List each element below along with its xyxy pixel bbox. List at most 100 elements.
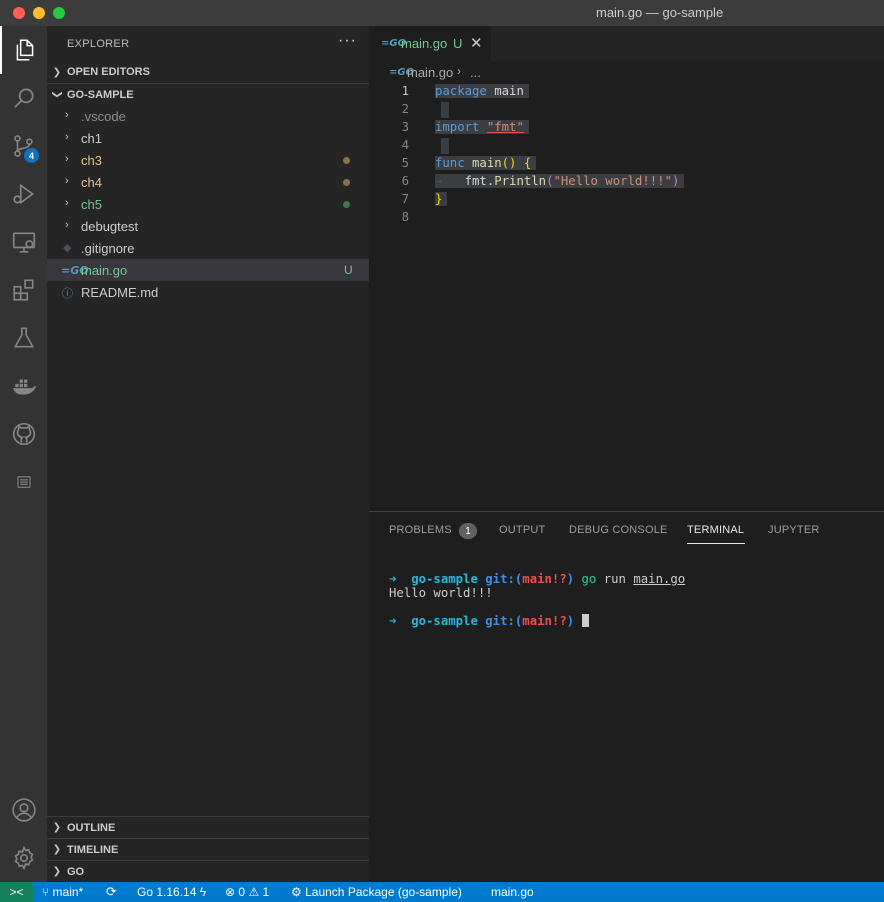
prompt-arrow-icon: ➜ <box>389 614 397 628</box>
chevron-right-icon: ❯ <box>52 822 62 833</box>
line-number: 8 <box>401 210 409 224</box>
breadcrumb-symbols[interactable]: ... <box>470 65 481 80</box>
explorer-sidebar: EXPLORER ··· ❯ OPEN EDITORS ❯ GO-SAMPLE … <box>47 26 369 882</box>
workspace-root-section[interactable]: ❯ GO-SAMPLE <box>47 83 369 105</box>
open-editors-section[interactable]: ❯ OPEN EDITORS <box>47 61 369 83</box>
run-debug-icon[interactable] <box>0 170 47 218</box>
timeline-section[interactable]: ❯ TIMELINE <box>47 838 369 860</box>
string: "Hello world!!!" <box>553 174 672 188</box>
problems-count-badge: 1 <box>459 523 477 539</box>
code-line: 8 <box>369 209 884 227</box>
tree-item-ch1[interactable]: › ch1 <box>47 127 369 149</box>
tree-item-label: debugtest <box>81 219 139 234</box>
tree-item-debugtest[interactable]: › debugtest <box>47 215 369 237</box>
tree-item-ch5[interactable]: › ch5 <box>47 193 369 215</box>
notebook-icon[interactable] <box>0 458 47 506</box>
tree-item-vscode[interactable]: › .vscode <box>47 105 369 127</box>
docker-icon[interactable] <box>0 362 47 410</box>
search-icon[interactable] <box>0 74 47 122</box>
keyword: package <box>435 84 487 98</box>
identifier: main <box>494 84 524 98</box>
bracket: } <box>435 192 443 206</box>
explorer-icon[interactable] <box>0 26 47 74</box>
selection-highlight <box>441 138 449 154</box>
tree-item-readme[interactable]: ⓘ README.md <box>47 281 369 303</box>
tab-whitespace-icon: → <box>435 174 443 188</box>
selection-highlight <box>441 102 449 118</box>
tab-output[interactable]: OUTPUT <box>499 524 545 536</box>
warning-count: 1 <box>262 885 270 899</box>
prompt-branch: main!? <box>522 614 567 628</box>
breadcrumb: =GO main.go › ... <box>369 61 884 83</box>
tab-main-go[interactable]: =GO main.go U ✕ <box>369 26 491 61</box>
bracket: () <box>501 156 517 170</box>
tree-item-ch4[interactable]: › ch4 <box>47 171 369 193</box>
terminal-line: ➜ go-sample git:(main!?) go run main.go <box>389 572 685 586</box>
chevron-right-icon: › <box>65 219 69 231</box>
tree-item-gitignore[interactable]: ◆ .gitignore <box>47 237 369 259</box>
workspace-root-label: GO-SAMPLE <box>67 88 134 101</box>
lightning-icon: ϟ <box>199 885 207 899</box>
close-icon[interactable]: ✕ <box>470 34 483 52</box>
active-tab-indicator <box>687 543 745 544</box>
prompt-dir: go-sample <box>411 572 478 586</box>
chevron-right-icon: › <box>65 153 69 165</box>
line-number: 7 <box>401 192 409 206</box>
tree-item-ch3[interactable]: › ch3 <box>47 149 369 171</box>
code-line: 5 func main() { <box>369 155 884 173</box>
go-label: GO <box>67 865 85 878</box>
prompt-git: git:( <box>485 614 523 628</box>
prompt-branch: main!? <box>522 572 567 586</box>
tab-label: main.go <box>401 36 448 51</box>
tab-terminal[interactable]: TERMINAL <box>687 524 744 536</box>
tab-problems[interactable]: PROBLEMS <box>389 524 452 536</box>
line-number: 3 <box>401 120 409 134</box>
line-number: 6 <box>401 174 409 188</box>
window-title: main.go — go-sample <box>596 5 724 20</box>
branch-indicator[interactable]: ⑂ main* <box>42 885 83 899</box>
outline-section[interactable]: ❯ OUTLINE <box>47 816 369 838</box>
launch-config-indicator[interactable]: ⚙ Launch Package (go-sample) <box>291 885 462 899</box>
chevron-right-icon: ❯ <box>52 66 62 78</box>
chevron-right-icon: › <box>65 197 69 209</box>
terminal-cursor <box>581 614 589 627</box>
prompt-arrow-icon: ➜ <box>389 572 397 586</box>
breadcrumb-file[interactable]: main.go <box>407 65 453 80</box>
tree-item-label: ch4 <box>81 175 102 190</box>
code-line: 6 → fmt.Println("Hello world!!!") <box>369 173 884 191</box>
sync-icon[interactable]: ⟳ <box>106 884 117 900</box>
untracked-dot-icon <box>343 201 350 208</box>
line-number: 4 <box>401 138 409 152</box>
tab-jupyter[interactable]: JUPYTER <box>768 524 820 536</box>
settings-gear-icon[interactable] <box>0 834 47 882</box>
timeline-label: TIMELINE <box>67 843 119 856</box>
github-icon[interactable] <box>0 410 47 458</box>
go-version-indicator[interactable]: Go 1.16.14 ϟ <box>137 885 206 899</box>
prompt-git: git:( <box>485 572 523 586</box>
remote-explorer-icon[interactable] <box>0 218 47 266</box>
extensions-icon[interactable] <box>0 266 47 314</box>
source-control-icon[interactable]: 4 <box>0 122 47 170</box>
code-line: 4 <box>369 137 884 155</box>
code-text: func main() { <box>435 156 537 170</box>
warning-icon: ⚠ <box>248 885 260 899</box>
explorer-more-icon[interactable]: ··· <box>338 32 357 50</box>
modified-dot-icon <box>343 179 350 186</box>
tree-item-main-go[interactable]: =GO main.go U <box>47 259 369 281</box>
remote-indicator-icon[interactable]: >< <box>0 882 33 902</box>
problems-indicator[interactable]: ⊗ 0 ⚠ 1 <box>225 885 269 899</box>
info-icon: ⓘ <box>62 288 73 300</box>
untracked-status: U <box>344 263 353 277</box>
go-section[interactable]: ❯ GO <box>47 860 369 882</box>
testing-icon[interactable] <box>0 314 47 362</box>
branch-name: main* <box>52 885 84 899</box>
chevron-right-icon: ❯ <box>52 844 62 855</box>
account-icon[interactable] <box>0 786 47 834</box>
explorer-title: EXPLORER <box>67 38 130 50</box>
code-line: 3 import "fmt" <box>369 119 884 137</box>
chevron-down-icon: ❯ <box>51 90 63 99</box>
line-number: 5 <box>401 156 409 170</box>
tab-debug-console[interactable]: DEBUG CONSOLE <box>569 524 668 536</box>
active-file-indicator[interactable]: main.go <box>491 885 534 899</box>
terminal-output-line: Hello world!!! <box>389 586 493 600</box>
